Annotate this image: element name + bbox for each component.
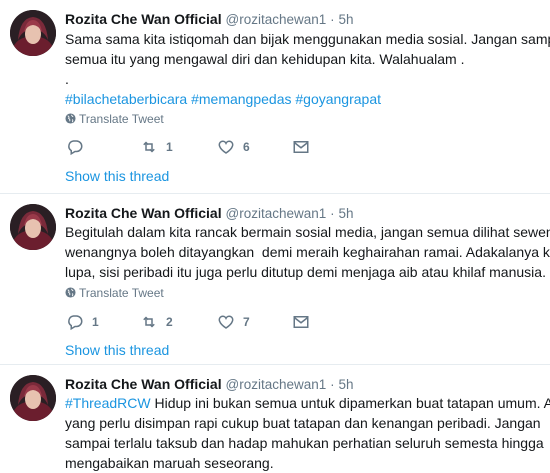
- tweet-line: lupa, sisi peribadi itu juga perlu ditut…: [65, 264, 546, 280]
- tweet-line: wenangnya boleh ditayangkan demi meraih …: [65, 244, 550, 260]
- tweet-header: Rozita Che Wan Official @rozitachewan1 ·…: [65, 204, 354, 223]
- author-name[interactable]: Rozita Che Wan Official: [65, 205, 222, 221]
- author-handle[interactable]: @rozitachewan1: [226, 12, 327, 27]
- tweet-1[interactable]: Rozita Che Wan Official @rozitachewan1 ·…: [0, 0, 550, 193]
- tweet-header: Rozita Che Wan Official @rozitachewan1 ·…: [65, 10, 354, 29]
- translate-label: Translate Tweet: [79, 112, 164, 126]
- author-handle[interactable]: @rozitachewan1: [226, 206, 327, 221]
- retweet-count: 2: [166, 315, 173, 329]
- retweet-icon: [143, 141, 155, 153]
- author-name[interactable]: Rozita Che Wan Official: [65, 376, 222, 392]
- envelope-icon: [293, 316, 309, 328]
- avatar[interactable]: [10, 10, 56, 56]
- tweet-line: semua itu yang mengawal diri dan kehidup…: [65, 51, 465, 67]
- tweet-text: Sama sama kita istiqomah dan bijak mengg…: [65, 29, 550, 109]
- tweet-actions: 1 6: [66, 137, 366, 157]
- tweet-line: Sama sama kita istiqomah dan bijak mengg…: [65, 31, 550, 47]
- profile-photo: [10, 204, 56, 250]
- reply-icon: [68, 140, 83, 156]
- retweet-button[interactable]: 1: [140, 137, 173, 157]
- tweet-actions: 1 2 7: [66, 312, 366, 332]
- tweet-header: Rozita Che Wan Official @rozitachewan1 ·…: [65, 375, 354, 394]
- reply-icon: [68, 315, 83, 331]
- tweet-line: .: [65, 71, 69, 87]
- author-handle[interactable]: @rozitachewan1: [226, 377, 327, 392]
- avatar[interactable]: [10, 204, 56, 250]
- translate-label: Translate Tweet: [79, 286, 164, 300]
- tweet-line: yang perlu disimpan rapi cukup buat tata…: [65, 415, 541, 431]
- show-thread-link[interactable]: Show this thread: [65, 167, 169, 185]
- reply-count: 1: [92, 315, 99, 329]
- separator-dot: ·: [330, 12, 335, 27]
- globe-icon: [65, 287, 76, 298]
- tweet-line: Begitulah dalam kita rancak bermain sosi…: [65, 224, 550, 240]
- separator-dot: ·: [330, 206, 335, 221]
- translate-tweet-link[interactable]: Translate Tweet: [65, 286, 164, 300]
- tweet-text: Begitulah dalam kita rancak bermain sosi…: [65, 222, 550, 282]
- tweet-text: #ThreadRCW Hidup ini bukan semua untuk d…: [65, 393, 550, 473]
- tweet-3[interactable]: Rozita Che Wan Official @rozitachewan1 ·…: [0, 364, 550, 472]
- heart-icon: [218, 315, 234, 329]
- tweet-line: #ThreadRCW Hidup ini bukan semua untuk d…: [65, 393, 550, 413]
- tweet-line: mengabaikan maruah seseorang.: [65, 455, 274, 471]
- thread-hashtag-link[interactable]: #ThreadRCW: [65, 395, 151, 411]
- profile-photo: [10, 10, 56, 56]
- direct-message-button[interactable]: [292, 137, 310, 157]
- show-thread-link[interactable]: Show this thread: [65, 341, 169, 359]
- timestamp[interactable]: 5h: [339, 377, 354, 392]
- like-button[interactable]: 6: [217, 137, 250, 157]
- timestamp[interactable]: 5h: [339, 12, 354, 27]
- like-button[interactable]: 7: [217, 312, 250, 332]
- timestamp[interactable]: 5h: [339, 206, 354, 221]
- avatar[interactable]: [10, 375, 56, 421]
- envelope-icon: [293, 141, 309, 153]
- reply-button[interactable]: [66, 137, 92, 157]
- globe-icon: [65, 113, 76, 124]
- like-count: 6: [243, 140, 250, 154]
- separator-dot: ·: [330, 377, 335, 392]
- heart-icon: [218, 140, 234, 154]
- like-count: 7: [243, 315, 250, 329]
- retweet-button[interactable]: 2: [140, 312, 173, 332]
- retweet-count: 1: [166, 140, 173, 154]
- author-name[interactable]: Rozita Che Wan Official: [65, 11, 222, 27]
- profile-photo: [10, 375, 56, 421]
- tweet-2[interactable]: Rozita Che Wan Official @rozitachewan1 ·…: [0, 193, 550, 364]
- hashtags-link[interactable]: #bilachetaberbicara #memangpedas #goyang…: [65, 89, 543, 109]
- direct-message-button[interactable]: [292, 312, 310, 332]
- reply-button[interactable]: 1: [66, 312, 99, 332]
- translate-tweet-link[interactable]: Translate Tweet: [65, 112, 164, 126]
- retweet-icon: [143, 316, 155, 328]
- tweet-line: sampai terlalu taksub dan hadap mahukan …: [65, 435, 544, 451]
- tweet-line-text: Hidup ini bukan semua untuk dipamerkan b…: [150, 395, 550, 411]
